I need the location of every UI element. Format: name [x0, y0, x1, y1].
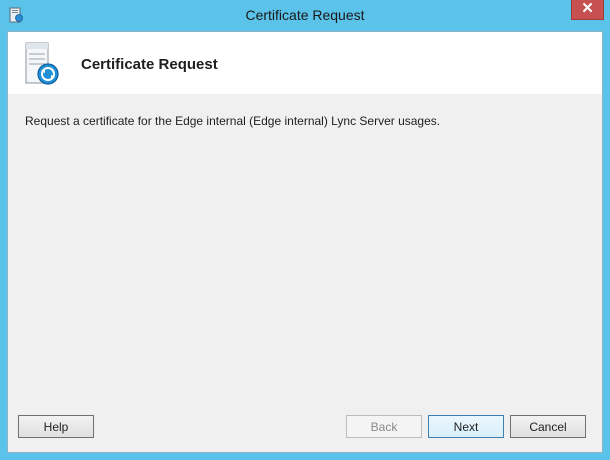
title-bar[interactable]: Certificate Request ✕ — [0, 0, 610, 31]
dialog-client-area: Certificate Request Request a certificat… — [7, 31, 603, 453]
header-title: Certificate Request — [81, 56, 218, 73]
header-panel: Certificate Request — [8, 32, 602, 94]
window-title: Certificate Request — [245, 7, 365, 23]
description-text: Request a certificate for the Edge inter… — [25, 114, 441, 128]
back-button[interactable]: Back — [346, 415, 422, 438]
next-button[interactable]: Next — [428, 415, 504, 438]
close-icon: ✕ — [581, 0, 594, 17]
certificate-server-icon — [18, 40, 66, 88]
close-button[interactable]: ✕ — [571, 0, 604, 20]
certificate-request-window: Certificate Request ✕ Certificate Reques… — [0, 0, 610, 460]
cancel-button[interactable]: Cancel — [510, 415, 586, 438]
help-button[interactable]: Help — [18, 415, 94, 438]
